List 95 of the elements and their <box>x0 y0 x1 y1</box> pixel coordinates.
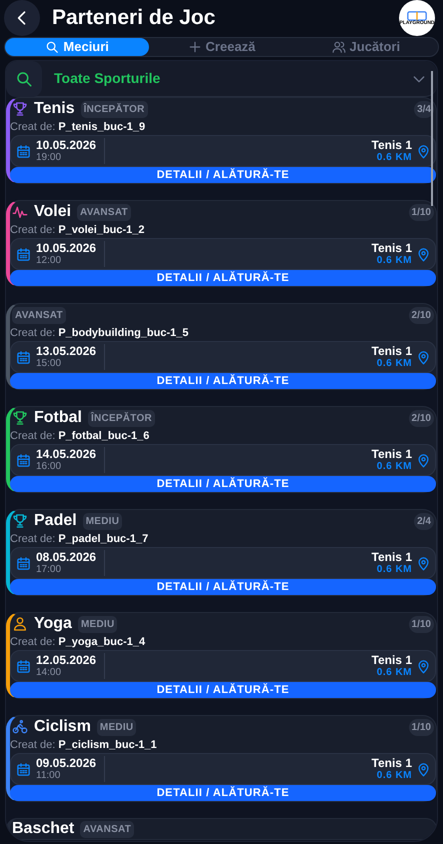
match-time: 14:00 <box>36 667 62 679</box>
sport-name: Baschet <box>12 819 74 839</box>
player-count: 1/10 <box>408 204 434 220</box>
details-join-button[interactable]: DETALII / ALĂTURĂ-TE <box>10 579 436 595</box>
match-date: 12.05.2026 <box>36 653 96 667</box>
field-icon <box>407 10 427 20</box>
distance: 0.6 KM <box>376 564 412 576</box>
sport-name: Padel <box>34 511 77 531</box>
match-date: 14.05.2026 <box>36 447 96 461</box>
details-join-button[interactable]: DETALII / ALĂTURĂ-TE <box>10 373 436 389</box>
match-date: 10.05.2026 <box>36 241 96 255</box>
player-count: 1/10 <box>408 718 434 736</box>
details-join-button[interactable]: DETALII / ALĂTURĂ-TE <box>10 270 436 286</box>
creator-line: Creat de: P_tenis_buc-1_9 <box>10 120 146 134</box>
plus-icon <box>188 40 202 54</box>
map-pin-icon <box>416 144 431 158</box>
calendar-icon <box>16 246 31 262</box>
tab[interactable]: Meciuri <box>5 38 150 56</box>
distance: 0.6 KM <box>376 770 412 782</box>
match-time: 16:00 <box>36 461 62 473</box>
venue-name: Tenis 1 <box>372 653 412 667</box>
level-badge: MEDIU <box>78 616 118 632</box>
sport-filter[interactable]: Toate Sporturile <box>6 61 437 97</box>
player-count: 2/4 <box>414 512 434 530</box>
player-count: 1/10 <box>408 616 434 632</box>
sport-name: Fotbal <box>34 408 82 428</box>
match-date: 10.05.2026 <box>36 138 96 152</box>
map-pin-icon <box>416 452 431 468</box>
distance: 0.6 KM <box>376 461 412 473</box>
venue-name: Tenis 1 <box>372 138 412 152</box>
creator-line: Creat de: P_bodybuilding_buc-1_5 <box>10 326 190 340</box>
pulse-icon <box>12 204 28 220</box>
creator-line: Creat de: P_fotbal_buc-1_6 <box>10 429 150 443</box>
match-date: 13.05.2026 <box>36 344 96 358</box>
calendar-icon <box>16 144 31 158</box>
creator-line: Creat de: P_volei_buc-1_2 <box>10 223 146 237</box>
venue-name: Tenis 1 <box>372 447 412 461</box>
distance: 0.6 KM <box>376 667 412 679</box>
distance: 0.6 KM <box>376 255 412 267</box>
match-time: 11:00 <box>36 770 62 782</box>
map-pin-icon <box>416 556 431 570</box>
tab[interactable]: Creează <box>149 38 294 56</box>
details-join-button[interactable]: DETALII / ALĂTURĂ-TE <box>10 476 436 492</box>
venue-name: Tenis 1 <box>372 756 412 770</box>
venue-name: Tenis 1 <box>372 241 412 255</box>
venue-name: Tenis 1 <box>372 344 412 358</box>
trophy-icon <box>12 410 28 426</box>
creator-line: Creat de: P_yoga_buc-1_4 <box>10 635 146 649</box>
calendar-icon <box>16 452 31 468</box>
level-badge: AVANSAT <box>12 306 66 324</box>
sport-name: Ciclism <box>34 717 91 737</box>
sport-name: Volei <box>34 202 72 222</box>
calendar-icon <box>16 350 31 364</box>
sport-name: Tenis <box>34 99 75 119</box>
player-count: 2/10 <box>408 410 434 426</box>
page-title: Parteneri de Joc <box>52 5 216 32</box>
details-join-button[interactable]: DETALII / ALĂTURĂ-TE <box>10 682 436 698</box>
map-pin-icon <box>416 658 431 674</box>
map-pin-icon <box>416 350 431 364</box>
person-icon <box>12 616 28 632</box>
tab[interactable]: Jucători <box>294 38 438 56</box>
details-join-button[interactable]: DETALII / ALĂTURĂ-TE <box>10 167 436 183</box>
level-badge: AVANSAT <box>77 204 131 220</box>
bicycle-icon <box>12 719 28 735</box>
match-time: 19:00 <box>36 152 62 164</box>
details-join-button[interactable]: DETALII / ALĂTURĂ-TE <box>10 785 436 801</box>
level-badge: MEDIU <box>96 718 136 736</box>
search-icon <box>45 40 60 54</box>
calendar-icon <box>16 658 31 674</box>
level-badge: ÎNCEPĂTOR <box>80 100 148 118</box>
match-date: 08.05.2026 <box>36 550 96 564</box>
map-pin-icon <box>416 246 431 262</box>
level-badge: ÎNCEPĂTOR <box>88 410 155 426</box>
distance: 0.6 KM <box>376 358 412 370</box>
search-icon <box>15 70 33 88</box>
back-button[interactable] <box>4 0 40 36</box>
users-icon <box>332 40 346 54</box>
level-badge: MEDIU <box>82 512 122 530</box>
match-time: 12:00 <box>36 255 62 267</box>
player-count: 2/10 <box>408 306 434 324</box>
calendar-icon <box>16 556 31 570</box>
trophy-icon <box>12 513 28 529</box>
venue-name: Tenis 1 <box>372 550 412 564</box>
distance: 0.6 KM <box>376 152 412 164</box>
match-time: 15:00 <box>36 358 62 370</box>
level-badge: AVANSAT <box>80 820 134 838</box>
calendar-icon <box>16 762 31 776</box>
player-count: 3/4 <box>414 100 434 118</box>
sport-name: Yoga <box>34 614 72 634</box>
match-date: 09.05.2026 <box>36 756 96 770</box>
match-time: 17:00 <box>36 564 62 576</box>
creator-line: Creat de: P_ciclism_buc-1_1 <box>10 738 158 752</box>
creator-line: Creat de: P_padel_buc-1_7 <box>10 532 150 546</box>
map-pin-icon <box>416 762 431 776</box>
trophy-icon <box>12 101 28 117</box>
